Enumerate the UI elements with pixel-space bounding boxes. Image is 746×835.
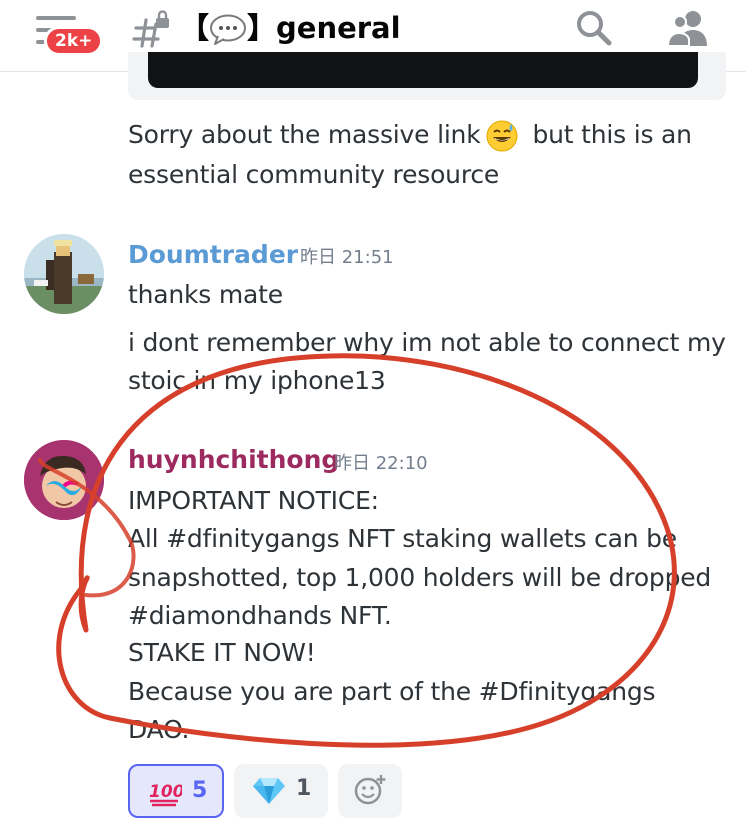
channel-title-suffix: 】general <box>247 11 401 45</box>
add-reaction-icon <box>354 775 386 805</box>
gem-icon <box>253 778 285 804</box>
grinning-sweat-emoji-icon <box>486 120 518 152</box>
message-text: STAKE IT NOW! <box>128 638 316 667</box>
members-icon[interactable] <box>666 8 710 48</box>
huynhchithong-avatar-image <box>24 440 104 520</box>
message-text: stoic in my iphone13 <box>128 366 386 395</box>
message-text: Because you are part of the #Dfinitygang… <box>128 677 656 706</box>
message-author[interactable]: huynhchithong <box>128 443 339 477</box>
unread-badge: 2k+ <box>44 26 104 56</box>
reaction-count: 1 <box>296 776 312 801</box>
message-text: All #dfinitygangs NFT staking wallets ca… <box>128 524 677 553</box>
avatar[interactable] <box>24 440 104 520</box>
svg-text:100: 100 <box>149 782 182 802</box>
doumtrader-avatar-image <box>24 234 104 314</box>
speech-bubble-icon <box>210 14 247 45</box>
message-timestamp: 昨日 21:51 <box>300 247 394 268</box>
message-text: i dont remember why im not able to conne… <box>128 328 726 357</box>
message-text: thanks mate <box>128 280 283 309</box>
reaction-count: 5 <box>192 778 208 803</box>
channel-title-prefix: 【 <box>180 11 210 45</box>
avatar[interactable] <box>24 234 104 314</box>
message-line: Sorry about the massive link but this is… <box>128 115 692 154</box>
message-timestamp: 昨日 22:10 <box>334 453 428 474</box>
search-icon[interactable] <box>574 8 614 48</box>
message-author[interactable]: Doumtrader <box>128 238 298 272</box>
hundred-points-icon: 100 <box>149 782 182 807</box>
locked-channel-hash-icon <box>132 10 169 48</box>
channel-title: 【 】general <box>180 10 401 46</box>
add-reaction-button[interactable] <box>338 764 402 818</box>
message-text: DAO. <box>128 715 190 744</box>
message-text: #diamondhands NFT. <box>128 601 392 630</box>
reaction-hundred-points[interactable]: 100 5 <box>128 764 224 818</box>
reaction-gem[interactable]: 1 <box>234 764 328 818</box>
message-text: IMPORTANT NOTICE: <box>128 486 379 515</box>
message-text: Sorry about the massive link <box>128 120 481 149</box>
message-text: essential community resource <box>128 160 500 189</box>
message-text: snapshotted, top 1,000 holders will be d… <box>128 563 712 592</box>
embed-image <box>148 52 698 88</box>
message-text: but this is an <box>532 120 692 149</box>
